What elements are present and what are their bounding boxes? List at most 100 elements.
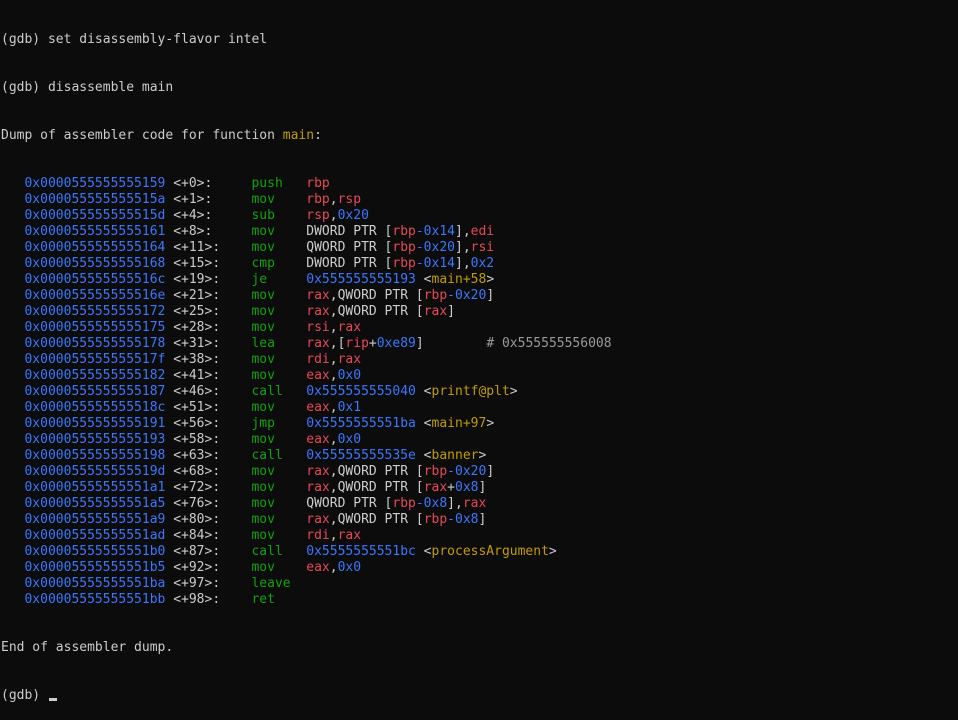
asm-line: 0x0000555555555164 <+11>: mov QWORD PTR … [1,240,958,256]
asm-immediate: 0x5555555551bc [306,544,416,559]
asm-address: 0x0000555555555159 [24,176,166,191]
asm-address: 0x000055555555519d [24,464,166,479]
asm-offset: <+38>: [173,352,221,367]
asm-register: rsp [337,192,362,207]
asm-line: 0x0000555555555172 <+25>: mov rax,QWORD … [1,304,958,320]
asm-mnemonic: mov [251,496,275,511]
asm-line: 0x0000555555555175 <+28>: mov rsi,rax [1,320,958,336]
asm-register: eax [306,368,330,383]
asm-operand-text: ,QWORD PTR [ [329,480,424,495]
asm-comment: # 0x555555556008 [486,336,612,351]
disassembly-listing: 0x0000555555555159 <+0>: push rbp 0x0000… [1,176,958,608]
asm-mnemonic: je [251,272,268,287]
asm-address: 0x0000555555555193 [24,432,166,447]
asm-operand-text: ] [478,480,487,495]
gdb-prompt-line[interactable]: (gdb) [1,688,958,704]
asm-offset: <+0>: [173,176,213,191]
asm-operand-text: < [415,544,432,559]
asm-address: 0x00005555555551ad [24,528,166,543]
asm-immediate: 0x0 [337,432,362,447]
asm-offset: <+4>: [173,208,213,223]
asm-offset: <+1>: [173,192,213,207]
asm-address: 0x0000555555555161 [24,224,166,239]
terminal-window[interactable]: (gdb) set disassembly-flavor intel (gdb)… [0,0,958,703]
asm-address: 0x0000555555555175 [24,320,166,335]
asm-line: 0x00005555555551b0 <+87>: call 0x5555555… [1,544,958,560]
asm-operand-text: < [415,272,432,287]
asm-offset: <+25>: [173,304,221,319]
asm-address: 0x000055555555515d [24,208,166,223]
asm-mnemonic: leave [251,576,291,591]
asm-register: rax [423,304,448,319]
asm-immediate: -0x14 [415,256,455,271]
asm-immediate: 0x555555555193 [306,272,416,287]
asm-offset: <+84>: [173,528,221,543]
asm-offset: <+11>: [173,240,221,255]
dump-footer: End of assembler dump. [1,640,958,656]
asm-operand-text: ], [455,240,471,255]
asm-mnemonic: sub [251,208,275,223]
asm-address: 0x0000555555555187 [24,384,166,399]
asm-register: rax [306,464,330,479]
asm-register: rax [306,336,330,351]
asm-operand-text: DWORD PTR [ [306,224,393,239]
asm-offset: <+51>: [173,400,221,415]
asm-operand-text: ] [486,464,495,479]
asm-register: rax [337,352,362,367]
asm-operand-text: ] [447,304,455,319]
asm-offset: <+46>: [173,384,221,399]
asm-register: rsi [470,240,495,255]
asm-line: 0x000055555555515a <+1>: mov rbp,rsp [1,192,958,208]
asm-address: 0x000055555555518c [24,400,166,415]
asm-offset: <+56>: [173,416,221,431]
asm-mnemonic: ret [251,592,275,607]
asm-mnemonic: mov [251,368,275,383]
asm-line: 0x0000555555555178 <+31>: lea rax,[rip+0… [1,336,958,352]
asm-mnemonic: jmp [251,416,275,431]
asm-line: 0x0000555555555168 <+15>: cmp DWORD PTR … [1,256,958,272]
asm-mnemonic: call [251,384,283,399]
asm-offset: <+15>: [173,256,221,271]
asm-register: rbp [423,288,448,303]
asm-operand-text: , [329,432,338,447]
asm-register: rax [306,480,330,495]
asm-register: rsp [306,208,330,223]
asm-immediate: 0x0 [337,368,362,383]
asm-symbol: banner [431,448,479,463]
asm-offset: <+28>: [173,320,221,335]
asm-address: 0x000055555555516e [24,288,166,303]
asm-line: 0x00005555555551a9 <+80>: mov rax,QWORD … [1,512,958,528]
asm-register: eax [306,560,330,575]
asm-operand-text: > [509,384,518,399]
asm-offset: <+92>: [173,560,221,575]
asm-mnemonic: mov [251,528,275,543]
asm-operand-text: ,QWORD PTR [ [329,288,424,303]
asm-mnemonic: mov [251,352,275,367]
dump-header-function: main [282,128,315,143]
asm-address: 0x0000555555555191 [24,416,166,431]
